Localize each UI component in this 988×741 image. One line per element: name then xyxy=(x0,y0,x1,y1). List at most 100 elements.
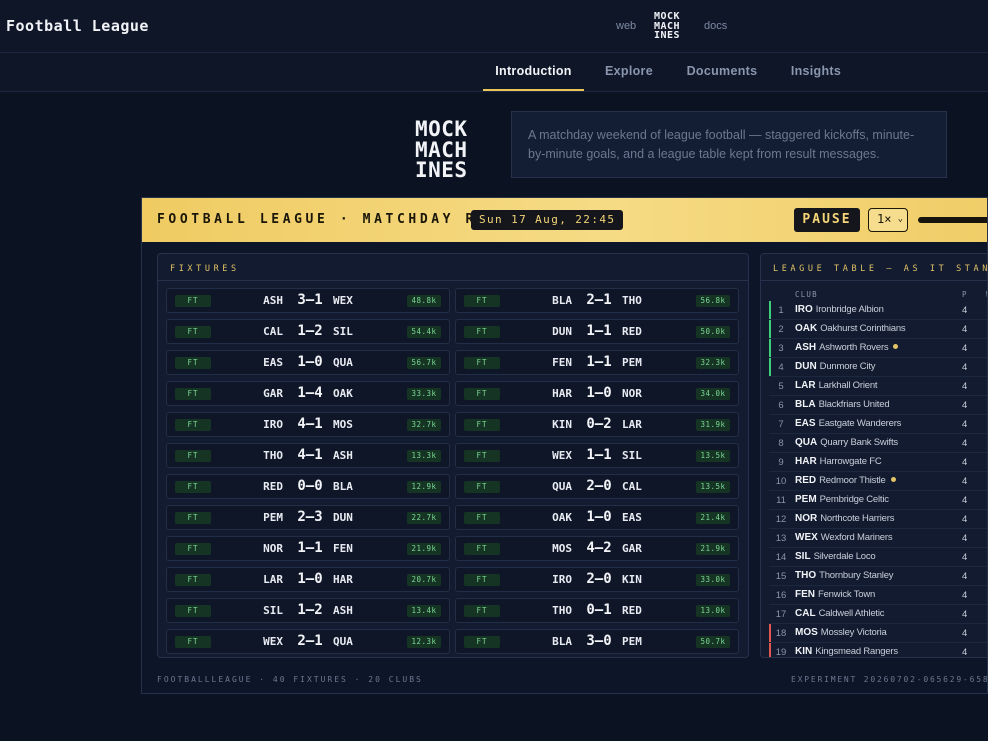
tab-documents[interactable]: Documents xyxy=(678,53,766,91)
fixture-row[interactable]: FT LAR 1–0 HAR 20.7k xyxy=(166,567,450,592)
away-team: QUA xyxy=(333,635,353,648)
away-team: GAR xyxy=(622,542,642,555)
table-row[interactable]: 13 WEX Wexford Mariners 4 xyxy=(769,529,987,548)
fixture-row[interactable]: FT NOR 1–1 FEN 21.9k xyxy=(166,536,450,561)
attendance-badge: 13.5k xyxy=(696,450,730,462)
away-team: KIN xyxy=(622,573,642,586)
table-row[interactable]: 14 SIL Silverdale Loco 4 xyxy=(769,548,987,567)
table-row[interactable]: 16 FEN Fenwick Town 4 xyxy=(769,586,987,605)
position: 16 xyxy=(775,590,787,601)
table-row[interactable]: 8 QUA Quarry Bank Swifts 4 xyxy=(769,434,987,453)
fixture-row[interactable]: FT THO 0–1 RED 13.0k xyxy=(455,598,739,623)
table-row[interactable]: 15 THO Thornbury Stanley 4 xyxy=(769,567,987,586)
home-team: BLA xyxy=(552,635,572,648)
table-row[interactable]: 2 OAK Oakhurst Corinthians 4 xyxy=(769,320,987,339)
fixture-row[interactable]: FT WEX 2–1 QUA 12.3k xyxy=(166,629,450,654)
club-code: QUA Quarry Bank Swifts xyxy=(795,437,898,448)
club-name: Blackfriars United xyxy=(818,399,890,410)
matchday-replay-app: FOOTBALL LEAGUE · MATCHDAY REPLAY Sun 17… xyxy=(141,197,988,694)
docs-link[interactable]: docs xyxy=(704,20,727,32)
status-badge: FT xyxy=(464,636,500,648)
away-team: LAR xyxy=(622,418,642,431)
home-team: RED xyxy=(263,480,283,493)
table-row[interactable]: 19 KIN Kingsmead Rangers 4 xyxy=(769,643,987,657)
app-header: FOOTBALL LEAGUE · MATCHDAY REPLAY Sun 17… xyxy=(142,198,987,242)
web-link[interactable]: web xyxy=(616,20,636,32)
status-badge: FT xyxy=(464,543,500,555)
table-row[interactable]: 11 PEM Pembridge Celtic 4 xyxy=(769,491,987,510)
position: 17 xyxy=(775,609,787,620)
fixture-row[interactable]: FT CAL 1–2 SIL 54.4k xyxy=(166,319,450,344)
speed-select[interactable]: 1× ⌄ xyxy=(868,208,908,232)
fixture-row[interactable]: FT RED 0–0 BLA 12.9k xyxy=(166,474,450,499)
tab-explore[interactable]: Explore xyxy=(595,53,663,91)
fixture-row[interactable]: FT SIL 1–2 ASH 13.4k xyxy=(166,598,450,623)
table-row[interactable]: 4 DUN Dunmore City 4 xyxy=(769,358,987,377)
status-badge: FT xyxy=(175,636,211,648)
attendance-badge: 13.3k xyxy=(407,450,441,462)
score: 2–0 xyxy=(586,571,612,587)
col-club: CLUB xyxy=(795,290,818,299)
score: 3–1 xyxy=(297,292,323,308)
status-badge: FT xyxy=(175,543,211,555)
league-table-panel: LEAGUE TABLE — AS IT STANDS CLUB P W 1IR… xyxy=(760,253,988,658)
played: 4 xyxy=(962,419,968,430)
fixture-row[interactable]: FT THO 4–1 ASH 13.3k xyxy=(166,443,450,468)
mockmachines-logo[interactable]: MOCK MACH INES xyxy=(654,12,680,41)
zone-marker xyxy=(769,358,771,376)
live-dot-icon xyxy=(890,477,896,482)
zone-marker xyxy=(769,320,771,338)
score: 3–0 xyxy=(586,633,612,649)
fixture-row[interactable]: FT IRO 2–0 KIN 33.0k xyxy=(455,567,739,592)
table-row[interactable]: 3 ASH Ashworth Rovers 4 xyxy=(769,339,987,358)
fixture-row[interactable]: FT BLA 2–1 THO 56.8k xyxy=(455,288,739,313)
league-table-title: LEAGUE TABLE — AS IT STANDS xyxy=(773,264,988,274)
fixture-row[interactable]: FT MOS 4–2 GAR 21.9k xyxy=(455,536,739,561)
intro-logo: MOCK MACH INES xyxy=(415,117,468,182)
fixture-row[interactable]: FT FEN 1–1 PEM 32.3k xyxy=(455,350,739,375)
fixture-row[interactable]: FT IRO 4–1 MOS 32.7k xyxy=(166,412,450,437)
tab-introduction[interactable]: Introduction xyxy=(483,53,584,91)
table-row[interactable]: 5 LAR Larkhall Orient 4 xyxy=(769,377,987,396)
home-team: WEX xyxy=(552,449,572,462)
pause-button[interactable]: PAUSE xyxy=(794,208,860,232)
table-row[interactable]: 1 IRO Ironbridge Albion 4 xyxy=(769,301,987,320)
table-row[interactable]: 12 NOR Northcote Harriers 4 xyxy=(769,510,987,529)
replay-scrubber[interactable] xyxy=(918,217,987,223)
fixture-row[interactable]: FT DUN 1–1 RED 50.0k xyxy=(455,319,739,344)
score: 2–3 xyxy=(297,509,323,525)
played: 4 xyxy=(962,533,968,544)
fixture-row[interactable]: FT ASH 3–1 WEX 48.8k xyxy=(166,288,450,313)
position: 4 xyxy=(778,362,784,373)
fixture-row[interactable]: FT QUA 2–0 CAL 13.5k xyxy=(455,474,739,499)
status-badge: FT xyxy=(464,512,500,524)
zone-marker xyxy=(769,567,771,585)
club-name: Pembridge Celtic xyxy=(819,494,889,505)
fixture-row[interactable]: FT PEM 2–3 DUN 22.7k xyxy=(166,505,450,530)
home-team: ASH xyxy=(263,294,283,307)
played: 4 xyxy=(962,362,968,373)
away-team: OAK xyxy=(333,387,353,400)
tab-insights[interactable]: Insights xyxy=(782,53,850,91)
fixture-row[interactable]: FT EAS 1–0 QUA 56.7k xyxy=(166,350,450,375)
table-row[interactable]: 10 RED Redmoor Thistle 4 xyxy=(769,472,987,491)
played: 4 xyxy=(962,628,968,639)
away-team: WEX xyxy=(333,294,353,307)
fixture-row[interactable]: FT OAK 1–0 EAS 21.4k xyxy=(455,505,739,530)
fixture-row[interactable]: FT WEX 1–1 SIL 13.5k xyxy=(455,443,739,468)
club-name: Dunmore City xyxy=(819,361,876,372)
played: 4 xyxy=(962,476,968,487)
fixture-row[interactable]: FT BLA 3–0 PEM 50.7k xyxy=(455,629,739,654)
fixture-row[interactable]: FT HAR 1–0 NOR 34.0k xyxy=(455,381,739,406)
status-badge: FT xyxy=(464,450,500,462)
club-code: ASH Ashworth Rovers xyxy=(795,342,899,353)
score: 1–1 xyxy=(297,540,323,556)
table-row[interactable]: 18 MOS Mossley Victoria 4 xyxy=(769,624,987,643)
table-row[interactable]: 7 EAS Eastgate Wanderers 4 xyxy=(769,415,987,434)
home-team: PEM xyxy=(263,511,283,524)
fixture-row[interactable]: FT GAR 1–4 OAK 33.3k xyxy=(166,381,450,406)
table-row[interactable]: 17 CAL Caldwell Athletic 4 xyxy=(769,605,987,624)
fixture-row[interactable]: FT KIN 0–2 LAR 31.9k xyxy=(455,412,739,437)
table-row[interactable]: 6 BLA Blackfriars United 4 xyxy=(769,396,987,415)
table-row[interactable]: 9 HAR Harrowgate FC 4 xyxy=(769,453,987,472)
